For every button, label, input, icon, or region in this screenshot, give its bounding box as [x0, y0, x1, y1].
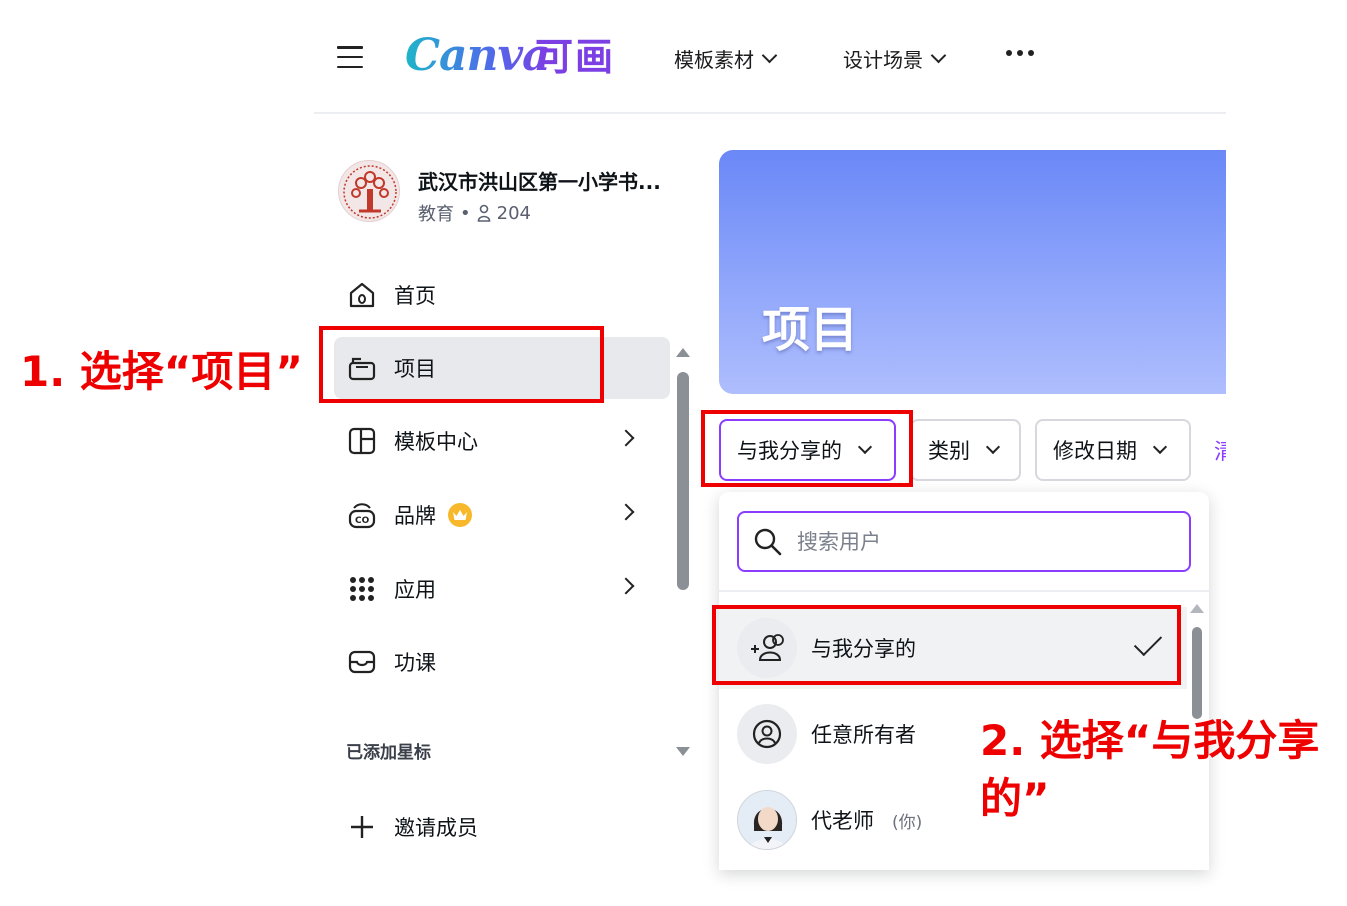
- nav-design-scenes[interactable]: 设计场景: [843, 40, 947, 76]
- canva-logo[interactable]: Canva 可画: [405, 28, 625, 84]
- team-avatar[interactable]: [338, 160, 400, 222]
- user-circle-icon: [737, 704, 797, 764]
- team-meta: 教育 • 204: [418, 200, 531, 226]
- chevron-right-icon: [617, 429, 635, 447]
- option-label: 代老师: [811, 809, 874, 833]
- menu-icon[interactable]: [337, 42, 363, 72]
- user-search-field[interactable]: [737, 511, 1191, 572]
- page-title: 项目: [762, 302, 859, 358]
- sidebar-item-label: 品牌: [394, 504, 436, 528]
- sidebar-item-label: 应用: [394, 578, 436, 602]
- brand-icon: CO: [346, 499, 378, 531]
- sidebar-item-label: 模板中心: [394, 430, 478, 454]
- annotation-step-1: 1. 选择“项目”: [20, 347, 304, 396]
- nav-templates-label: 模板素材: [674, 47, 754, 72]
- user-avatar: [737, 790, 797, 850]
- chevron-right-icon: [617, 503, 635, 521]
- member-icon: [477, 204, 490, 222]
- annotation-step-2: 2. 选择“与我分享的”: [980, 716, 1320, 823]
- invite-members-button[interactable]: 邀请成员: [334, 796, 670, 858]
- inbox-icon: [346, 646, 378, 678]
- more-icon[interactable]: [1006, 50, 1034, 56]
- sidebar-scrollbar[interactable]: [677, 372, 689, 590]
- apps-grid-icon: [346, 573, 378, 605]
- category-filter-label: 类别: [928, 439, 970, 463]
- option-label: 任意所有者: [811, 723, 916, 747]
- crown-icon: [448, 503, 472, 527]
- home-icon: [346, 279, 378, 311]
- nav-templates[interactable]: 模板素材: [674, 40, 778, 76]
- sidebar-item-brand[interactable]: CO 品牌: [334, 484, 670, 546]
- search-icon: [754, 528, 782, 555]
- svg-text:CO: CO: [355, 516, 370, 526]
- sidebar-item-label: 首页: [394, 284, 436, 308]
- category-filter-dropdown[interactable]: 类别: [910, 419, 1021, 481]
- plus-icon: [346, 811, 378, 843]
- team-name[interactable]: 武汉市洪山区第一小学书...: [418, 166, 661, 195]
- annotation-box-filter: [701, 410, 913, 487]
- sidebar-item-apps[interactable]: 应用: [334, 558, 670, 620]
- user-search-input[interactable]: [797, 529, 1157, 554]
- sidebar-item-homework[interactable]: 功课: [334, 631, 670, 693]
- starred-section-label: 已添加星标: [346, 743, 431, 763]
- dropdown-scroll-up-arrow[interactable]: [1190, 604, 1204, 613]
- invite-label: 邀请成员: [394, 816, 478, 840]
- date-filter-label: 修改日期: [1053, 439, 1137, 463]
- sidebar-item-label: 功课: [394, 651, 436, 675]
- sidebar-item-templates[interactable]: 模板中心: [334, 410, 670, 472]
- sidebar-item-home[interactable]: 首页: [334, 264, 670, 326]
- annotation-box-option: [712, 605, 1181, 685]
- annotation-box-projects: [319, 326, 604, 403]
- chevron-down-icon: [1152, 439, 1168, 455]
- meta-separator: •: [460, 202, 471, 224]
- date-filter-dropdown[interactable]: 修改日期: [1035, 419, 1191, 481]
- nav-design-scenes-label: 设计场景: [843, 47, 923, 72]
- chevron-right-icon: [617, 577, 635, 595]
- chevron-down-icon: [761, 47, 778, 63]
- dropdown-divider: [719, 590, 1209, 592]
- team-category: 教育: [418, 204, 454, 225]
- you-suffix: (你): [892, 812, 923, 833]
- scroll-up-arrow[interactable]: [676, 348, 690, 357]
- logo-text: Canva: [405, 30, 551, 81]
- scroll-down-arrow[interactable]: [676, 747, 690, 756]
- template-icon: [346, 425, 378, 457]
- chevron-down-icon: [930, 47, 947, 63]
- team-member-count: 204: [496, 202, 531, 224]
- chevron-down-icon: [985, 439, 1001, 455]
- logo-cn-text: 可画: [535, 35, 616, 79]
- dropdown-scrollbar[interactable]: [1192, 627, 1202, 719]
- clear-filter-link[interactable]: 清: [1214, 434, 1226, 464]
